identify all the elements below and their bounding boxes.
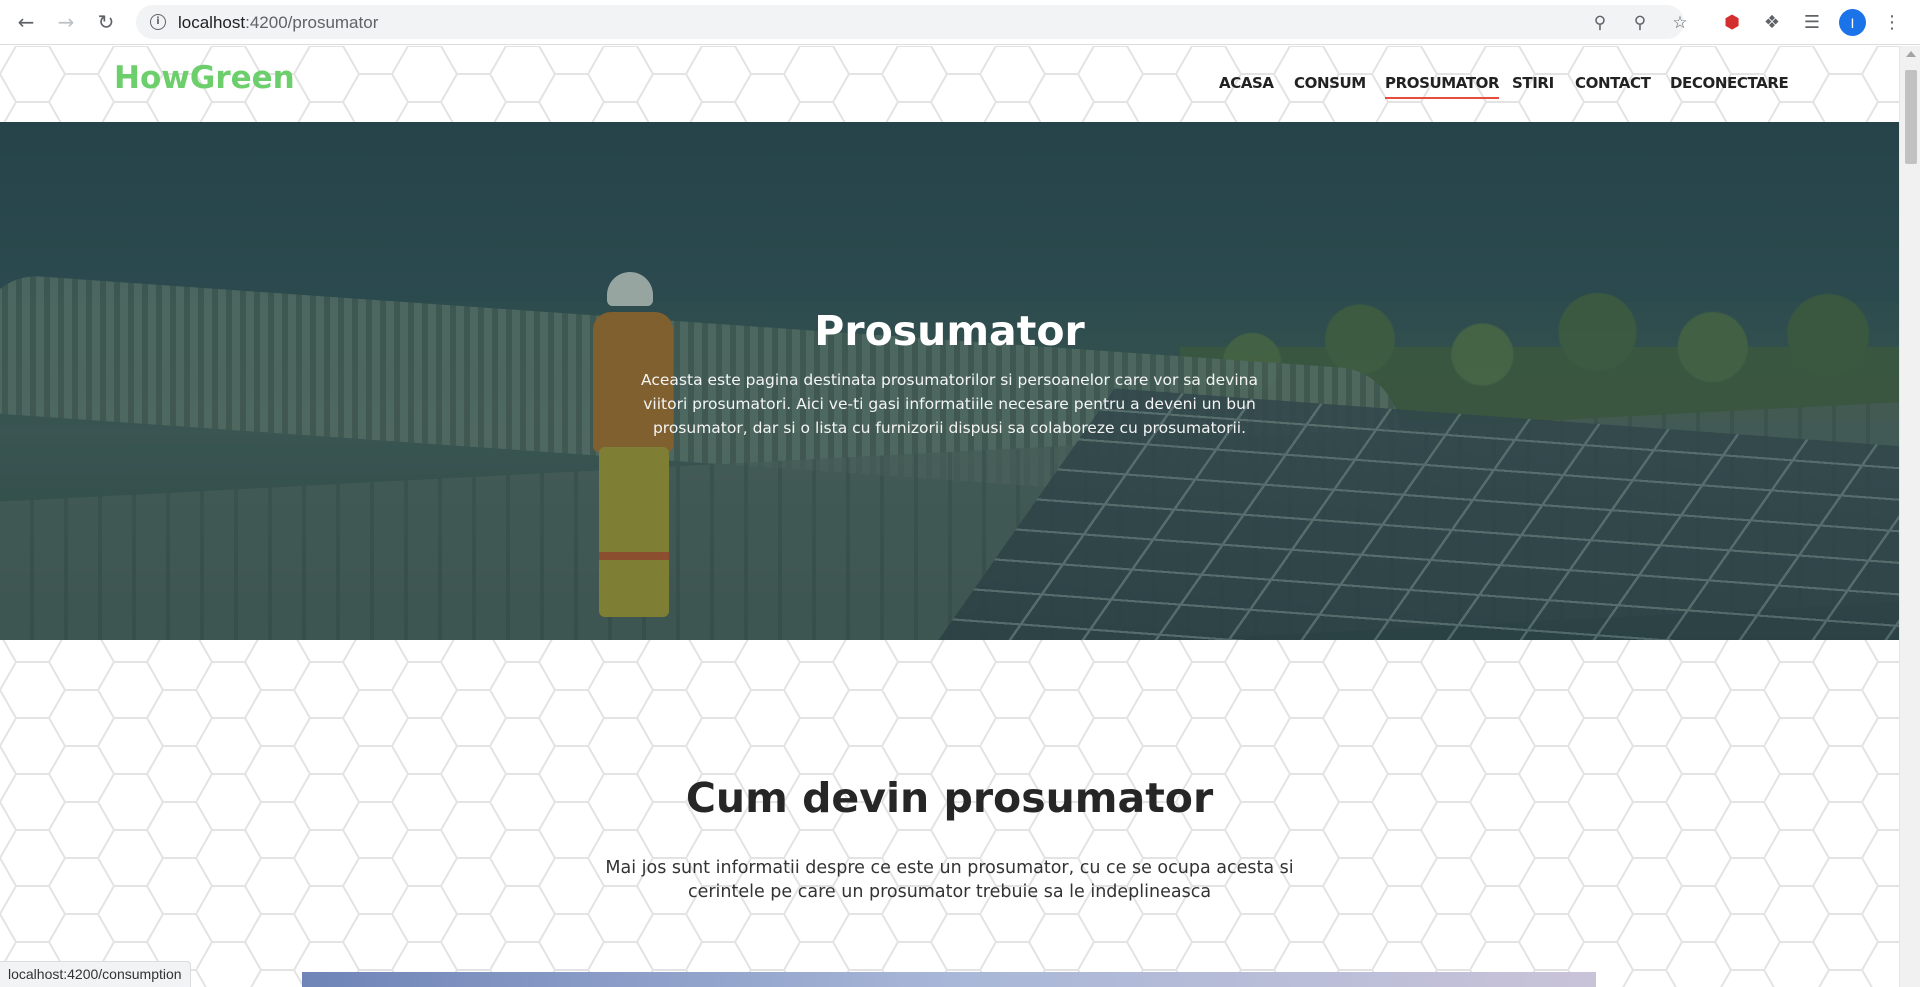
hero-banner: Prosumator Aceasta este pagina destinata… — [0, 122, 1899, 640]
section-description: Mai jos sunt informatii despre ce este u… — [605, 858, 1294, 902]
nav-acasa[interactable]: ACASA — [1219, 74, 1274, 92]
page-scrollbar[interactable] — [1899, 46, 1920, 987]
reload-icon[interactable]: ↻ — [93, 9, 119, 35]
nav-stiri[interactable]: STIRI — [1512, 74, 1554, 92]
extensions-puzzle-icon[interactable]: ❖ — [1760, 10, 1784, 34]
reading-list-icon[interactable]: ☰ — [1800, 10, 1824, 34]
site-info-icon[interactable]: i — [150, 14, 166, 30]
link-status-bubble: localhost:4200/consumption — [0, 961, 191, 987]
adblock-extension-icon[interactable]: ⬢ — [1720, 10, 1744, 34]
section-image — [302, 972, 1596, 987]
browser-toolbar: ← → ↻ i localhost:4200/prosumator ⚲ ⚲ ☆ … — [0, 0, 1920, 45]
nav-contact[interactable]: CONTACT — [1575, 74, 1651, 92]
nav-deconectare[interactable]: DECONECTARE — [1670, 74, 1789, 92]
hero-title: Prosumator — [814, 307, 1085, 355]
nav-consum[interactable]: CONSUM — [1294, 74, 1366, 92]
site-logo[interactable]: HowGreen — [114, 60, 295, 96]
section-title: Cum devin prosumator — [685, 774, 1214, 822]
url-text[interactable]: localhost:4200/prosumator — [178, 13, 378, 33]
hero-description: Aceasta este pagina destinata prosumator… — [641, 371, 1258, 437]
address-bar[interactable]: i localhost:4200/prosumator ⚲ ⚲ ☆ — [136, 5, 1688, 39]
page-viewport: HowGreen ACASA CONSUM PROSUMATOR STIRI C… — [0, 46, 1899, 987]
forward-icon[interactable]: → — [53, 9, 79, 35]
key-icon[interactable]: ⚲ — [1590, 13, 1610, 33]
menu-kebab-icon[interactable]: ⋮ — [1880, 10, 1904, 34]
nav-prosumator[interactable]: PROSUMATOR — [1385, 74, 1500, 99]
profile-avatar[interactable]: I — [1839, 9, 1866, 36]
scrollbar-thumb[interactable] — [1905, 70, 1917, 164]
back-icon[interactable]: ← — [13, 9, 39, 35]
scroll-up-arrow-icon[interactable] — [1906, 51, 1916, 57]
bookmark-star-icon[interactable]: ☆ — [1670, 13, 1690, 33]
site-header: HowGreen ACASA CONSUM PROSUMATOR STIRI C… — [0, 46, 1899, 122]
zoom-icon[interactable]: ⚲ — [1630, 13, 1650, 33]
